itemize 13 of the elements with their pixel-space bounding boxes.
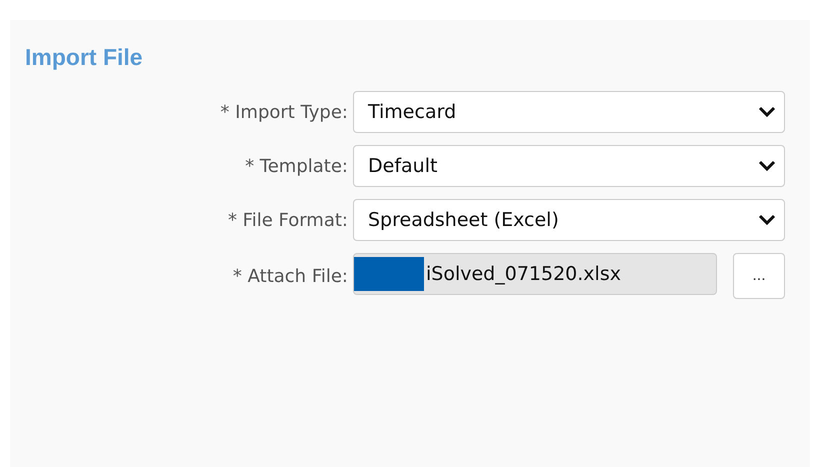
file-field[interactable]: iSolved_071520.xlsx — [353, 253, 717, 295]
dropdown-field[interactable]: Timecard — [353, 91, 785, 133]
dropdown-field[interactable]: Spreadsheet (Excel) — [353, 199, 785, 241]
dropdown-field[interactable]: Default — [353, 145, 785, 187]
field-label: * Import Type: — [219, 102, 348, 122]
browse-button[interactable]: ... — [733, 253, 785, 299]
field-label: * Template: — [244, 156, 348, 176]
chevron-down-icon — [758, 160, 776, 172]
field-label: * Attach File: — [232, 266, 348, 286]
field-label: * File Format: — [226, 210, 348, 230]
panel-title: Import File — [25, 44, 144, 71]
chevron-down-icon — [758, 214, 776, 226]
chevron-down-icon — [758, 106, 776, 118]
